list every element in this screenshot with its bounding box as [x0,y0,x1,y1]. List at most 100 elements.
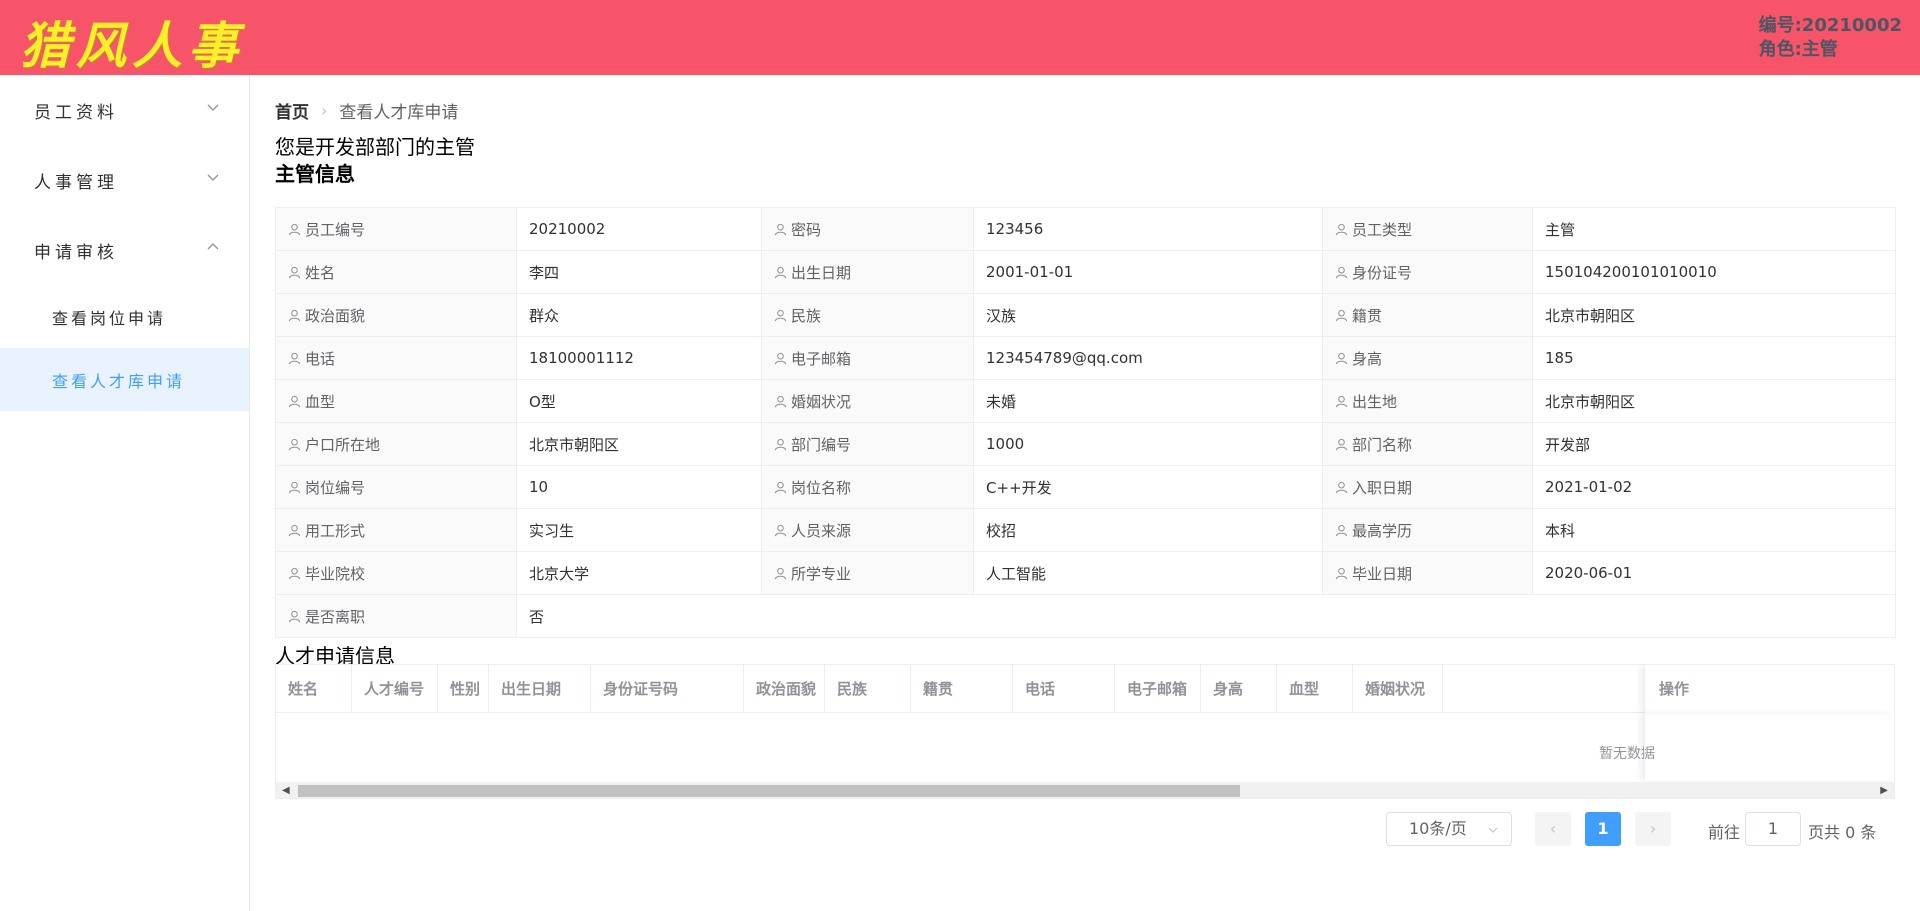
page-size-select[interactable]: 10条/页 [1386,812,1512,846]
info-label: 姓名 [275,250,517,294]
user-icon [288,438,301,450]
column-header[interactable]: 身份证号码 [591,665,744,713]
info-row: 姓名 李四 出生日期 2001-01-01 身份证号 150104200101010010 [275,250,1896,294]
info-label-text: 身高 [1352,349,1383,368]
info-label-text: 最高学历 [1352,521,1413,540]
next-page-button[interactable]: › [1635,812,1671,846]
info-label-text: 姓名 [305,263,336,282]
user-icon [1335,352,1348,364]
info-label: 电子邮箱 [761,336,974,380]
user-icon [774,395,787,407]
user-icon [288,567,301,579]
column-header[interactable]: 人才编号 [352,665,438,713]
user-icon [1335,567,1348,579]
info-label: 身份证号 [1322,250,1533,294]
column-header[interactable]: 电话 [1013,665,1115,713]
info-value: 10 [516,465,762,509]
manager-info-table: 员工编号 20210002 密码 123456 员工类型 主管 姓名 李四 出生日期 2001-0… [275,207,1896,638]
info-row: 电话 18100001112 电子邮箱 123454789@qq.com 身高 185 [275,336,1896,380]
column-header[interactable]: 出生日期 [489,665,591,713]
menu-personnel[interactable]: 人事管理 [0,145,249,215]
info-value: 123456 [973,207,1323,251]
info-row: 是否离职 否 [275,594,1896,638]
horizontal-scrollbar[interactable]: ◀ ▶ [276,782,1894,798]
scrollbar-thumb[interactable] [298,785,1240,797]
scroll-right-icon[interactable]: ▶ [1880,785,1888,796]
user-icon [1335,395,1348,407]
column-header[interactable]: 血型 [1277,665,1353,713]
prev-page-button[interactable]: ‹ [1535,812,1571,846]
user-icon [1335,309,1348,321]
menu-employee-info[interactable]: 员工资料 [0,75,249,145]
info-row: 用工形式 实习生 人员来源 校招 最高学历 本科 [275,508,1896,552]
app-logo: 猎风人事 [20,16,244,75]
column-header[interactable]: 性别 [438,665,489,713]
page-size-value: 10条/页 [1409,819,1467,838]
pagination: 10条/页 ‹ 1 › 前往 1 页共 0 条 [275,812,1895,848]
info-label-text: 血型 [305,392,336,411]
user-icon [288,223,301,235]
info-value: 123454789@qq.com [973,336,1323,380]
user-icon [774,567,787,579]
column-header[interactable]: 籍贯 [911,665,1013,713]
info-value: 群众 [516,293,762,337]
menu-review[interactable]: 申请审核 [0,215,249,285]
chevron-down-icon [207,104,219,111]
chevron-up-icon [207,243,219,250]
info-row: 岗位编号 10 岗位名称 C++开发 入职日期 2021-01-02 [275,465,1896,509]
page-number-button[interactable]: 1 [1585,812,1621,846]
menu-label: 员工资料 [34,102,118,123]
info-label: 户口所在地 [275,422,517,466]
user-icon [1335,438,1348,450]
sidebar-item-position-apply[interactable]: 查看岗位申请 [0,285,249,348]
column-header[interactable]: 姓名 [276,665,352,713]
info-label-text: 婚姻状况 [791,392,852,411]
info-value: 150104200101010010 [1532,250,1896,294]
info-label-text: 所学专业 [791,564,852,583]
info-label: 员工类型 [1322,207,1533,251]
info-value: 185 [1532,336,1896,380]
info-label-text: 是否离职 [305,607,366,626]
info-label-text: 员工编号 [305,220,366,239]
user-icon [288,524,301,536]
info-label-text: 岗位编号 [305,478,366,497]
goto-page-input[interactable]: 1 [1745,812,1801,846]
info-label: 部门名称 [1322,422,1533,466]
info-label: 密码 [761,207,974,251]
info-value: 20210002 [516,207,762,251]
column-header[interactable]: 身高 [1201,665,1277,713]
info-label: 所学专业 [761,551,974,595]
info-label: 入职日期 [1322,465,1533,509]
info-label: 政治面貌 [275,293,517,337]
info-label-text: 户口所在地 [305,435,381,454]
info-label: 出生地 [1322,379,1533,423]
column-header[interactable]: 电子邮箱 [1115,665,1201,713]
sidebar: 员工资料 人事管理 申请审核 查看岗位申请 查看人才库申请 [0,75,250,911]
info-label-text: 电子邮箱 [791,349,852,368]
info-label-text: 出生日期 [791,263,852,282]
goto-label: 前往 [1708,823,1741,842]
info-label-text: 岗位名称 [791,478,852,497]
user-id: 编号:20210002 [1758,15,1902,36]
info-label-text: 入职日期 [1352,478,1413,497]
column-header[interactable]: 婚姻状况 [1353,665,1443,713]
top-header: 猎风人事 编号:20210002 角色:主管 [0,0,1920,75]
info-label-text: 密码 [791,220,822,239]
user-info: 编号:20210002 角色:主管 [1759,14,1902,62]
chevron-right-icon: › [321,101,328,120]
user-icon [1335,223,1348,235]
column-header[interactable]: 民族 [825,665,911,713]
info-label-text: 毕业日期 [1352,564,1413,583]
info-value: 人工智能 [973,551,1323,595]
column-header[interactable]: 政治面貌 [744,665,825,713]
info-row: 员工编号 20210002 密码 123456 员工类型 主管 [275,207,1896,251]
info-label: 是否离职 [275,594,517,638]
info-label: 电话 [275,336,517,380]
info-label: 籍贯 [1322,293,1533,337]
breadcrumb-home[interactable]: 首页 [275,98,309,123]
info-value: 否 [516,594,1896,638]
scroll-left-icon[interactable]: ◀ [282,785,290,796]
sidebar-item-talent-apply[interactable]: 查看人才库申请 [0,348,249,411]
chevron-down-icon [207,174,219,181]
info-label: 婚姻状况 [761,379,974,423]
